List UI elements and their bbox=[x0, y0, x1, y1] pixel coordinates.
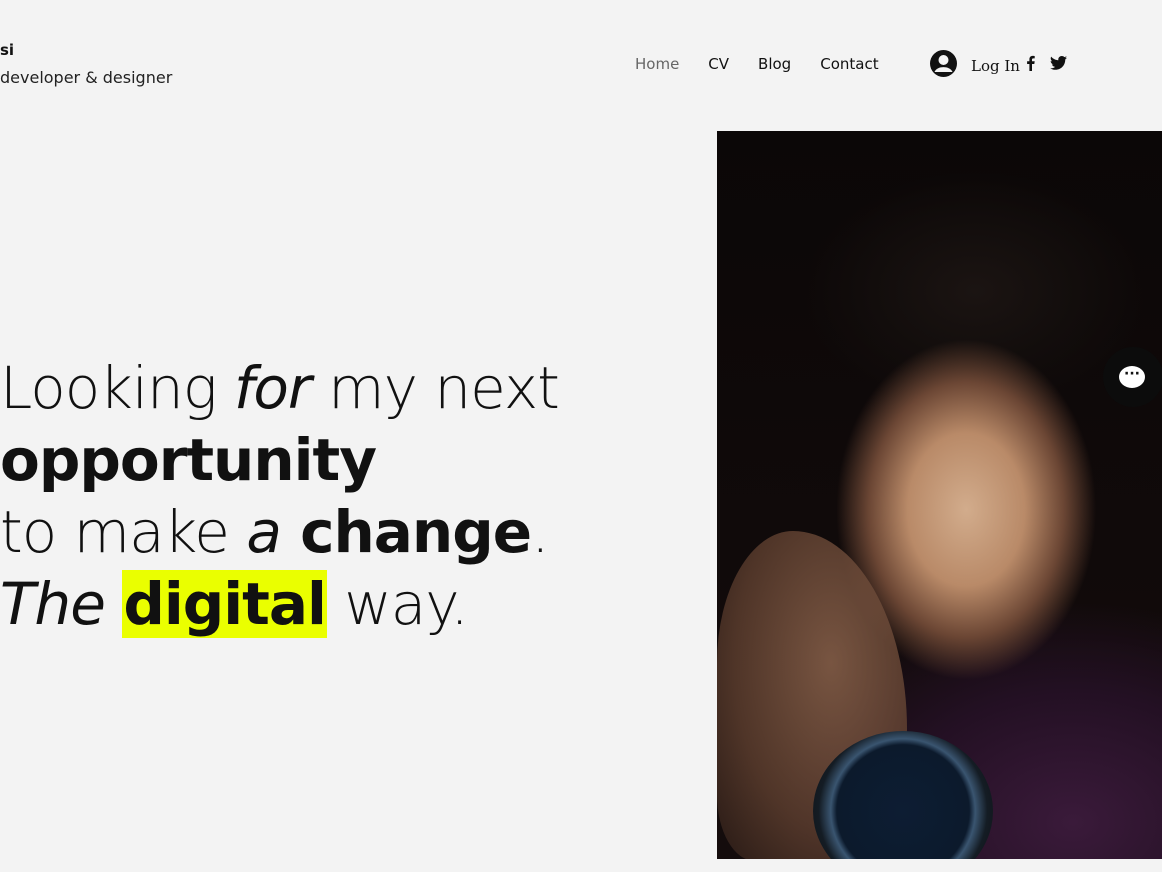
nav-cv[interactable]: CV bbox=[708, 55, 729, 73]
hero-line-3: to make a change. bbox=[0, 496, 559, 568]
site-name[interactable]: si bbox=[0, 41, 14, 59]
site-tagline: developer & designer bbox=[0, 68, 173, 87]
chat-button[interactable]: ··· bbox=[1103, 347, 1162, 407]
facebook-icon[interactable] bbox=[1024, 55, 1038, 75]
hero-text: opportunity bbox=[0, 426, 377, 494]
hero-headline: Looking for my next opportunity to make … bbox=[0, 352, 560, 640]
hero-highlight: digital bbox=[122, 570, 327, 638]
hero-line-1: Looking for my next bbox=[0, 352, 560, 424]
hero-text: change bbox=[280, 498, 532, 566]
hero-text: . bbox=[531, 498, 549, 566]
main-nav: Home CV Blog Contact bbox=[635, 55, 908, 73]
profile-photo bbox=[717, 131, 1162, 859]
login-button[interactable]: Log In bbox=[930, 50, 1020, 81]
hero-text: my next bbox=[310, 354, 560, 422]
social-links bbox=[1024, 55, 1067, 75]
login-label: Log In bbox=[971, 56, 1020, 75]
hero-line-4: The digital way. bbox=[0, 568, 559, 640]
nav-home[interactable]: Home bbox=[635, 55, 679, 73]
hero-text: Looking bbox=[0, 354, 234, 422]
hero-text: a bbox=[246, 498, 282, 566]
hero-text: way. bbox=[326, 570, 468, 638]
hero-text: to make bbox=[0, 498, 247, 566]
nav-contact[interactable]: Contact bbox=[820, 55, 878, 73]
twitter-icon[interactable] bbox=[1050, 55, 1067, 75]
user-avatar-icon bbox=[930, 50, 957, 81]
chat-icon: ··· bbox=[1119, 366, 1145, 388]
hero-line-2: opportunity bbox=[0, 424, 559, 496]
nav-blog[interactable]: Blog bbox=[758, 55, 791, 73]
hero-text: for bbox=[233, 354, 312, 422]
hero-text: The bbox=[0, 570, 106, 638]
